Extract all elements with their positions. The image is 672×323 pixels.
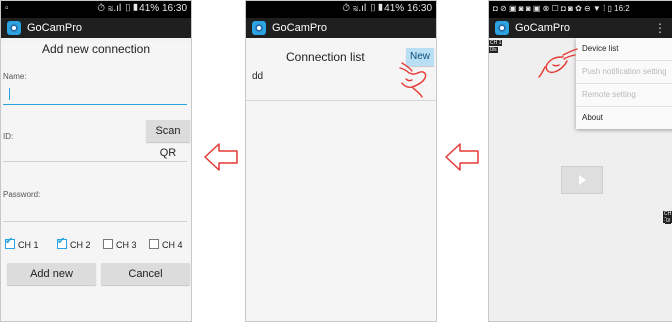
menu-item-device-list[interactable]: Device list: [576, 38, 672, 61]
app-logo-icon: [252, 21, 266, 35]
checkbox-ch3[interactable]: CH 3: [103, 239, 137, 250]
cancel-button[interactable]: Cancel: [101, 263, 190, 285]
arrow-left-icon: [204, 143, 238, 171]
checkbox-ch2[interactable]: CH 2: [57, 236, 91, 250]
checkbox-ch4[interactable]: CH 4: [149, 239, 183, 250]
phone-connection-list: ⏱ ≋.ıl ▯▮41% 16:30 GoCamPro Connection l…: [245, 0, 437, 322]
ch1-label: CH 1: [18, 240, 39, 250]
checkbox-checked-icon: [57, 236, 67, 249]
id-underline: [3, 161, 187, 162]
checkbox-unchecked-icon: [103, 239, 113, 249]
menu-item-remote-setting[interactable]: Remote setting: [576, 84, 672, 107]
scan-qr-button[interactable]: Scan QR: [146, 120, 190, 159]
status-icons: ◘ ⊘ ▣ ◙ ◙ ▣ ⊗ ☐ ◘ ◙ ✿ ⊖ ▼ ⁞ ▯ 16:2: [493, 4, 630, 13]
phone-add-connection: ▫ ⏱ ≋.ıl ▯▮41% 16:30 GoCamPro Add new co…: [0, 0, 192, 322]
password-underline: [3, 221, 187, 222]
name-field[interactable]: [3, 85, 187, 105]
hand-pointer-icon: [399, 62, 427, 98]
connection-name: dd: [252, 71, 264, 82]
app-bar: GoCamPro: [246, 18, 436, 38]
password-field[interactable]: [3, 202, 187, 222]
ch2-label: CH 2: [70, 240, 91, 250]
status-bar: ⏱ ≋.ıl ▯▮41% 16:30: [246, 1, 436, 18]
id-field[interactable]: [3, 142, 187, 162]
app-title: GoCamPro: [515, 22, 571, 34]
app-title: GoCamPro: [27, 22, 83, 34]
checkbox-unchecked-icon: [149, 239, 159, 249]
text-cursor: [9, 88, 10, 100]
rate-tag: 0/: [665, 218, 672, 224]
hand-pointer-icon: [538, 48, 578, 78]
page-title: Connection list: [286, 50, 365, 64]
name-underline: [3, 104, 187, 105]
arrow-left-icon: [445, 143, 479, 171]
status-right: ⏱ ≋.ıl ▯▮41% 16:30: [342, 3, 432, 14]
app-logo-icon: [7, 21, 21, 35]
channel-tag: CH 1: [489, 40, 503, 46]
status-right: ⏱ ≋.ıl ▯▮41% 16:30: [97, 3, 187, 14]
play-button[interactable]: [561, 166, 603, 194]
page-title: Add new connection: [41, 42, 151, 56]
overflow-menu-icon[interactable]: ⋮: [654, 21, 666, 35]
id-label: ID:: [3, 132, 14, 141]
app-logo-icon: [495, 21, 509, 35]
rate-tag: 0/s: [489, 47, 498, 53]
add-new-button[interactable]: Add new: [7, 263, 96, 285]
phone-main-menu: ◘ ⊘ ▣ ◙ ◙ ▣ ⊗ ☐ ◘ ◙ ✿ ⊖ ▼ ⁞ ▯ 16:2 GoCam…: [488, 0, 672, 322]
status-left: ▫: [5, 3, 9, 14]
app-bar: GoCamPro: [1, 18, 191, 38]
status-bar: ▫ ⏱ ≋.ıl ▯▮41% 16:30: [1, 1, 191, 18]
status-bar: ◘ ⊘ ▣ ◙ ◙ ▣ ⊗ ☐ ◘ ◙ ✿ ⊖ ▼ ⁞ ▯ 16:2: [489, 1, 672, 18]
password-label: Password:: [3, 190, 41, 199]
app-bar: GoCamPro ⋮: [489, 18, 672, 38]
checkbox-ch1[interactable]: CH 1: [5, 236, 39, 250]
overflow-menu: Device list Push notification setting Re…: [576, 38, 672, 129]
ch3-label: CH 3: [116, 240, 137, 250]
name-label: Name:: [3, 72, 27, 81]
menu-item-push-notification[interactable]: Push notification setting: [576, 61, 672, 84]
ch4-label: CH 4: [162, 240, 183, 250]
checkbox-checked-icon: [5, 236, 15, 249]
app-title: GoCamPro: [272, 22, 328, 34]
menu-item-about[interactable]: About: [576, 107, 672, 129]
